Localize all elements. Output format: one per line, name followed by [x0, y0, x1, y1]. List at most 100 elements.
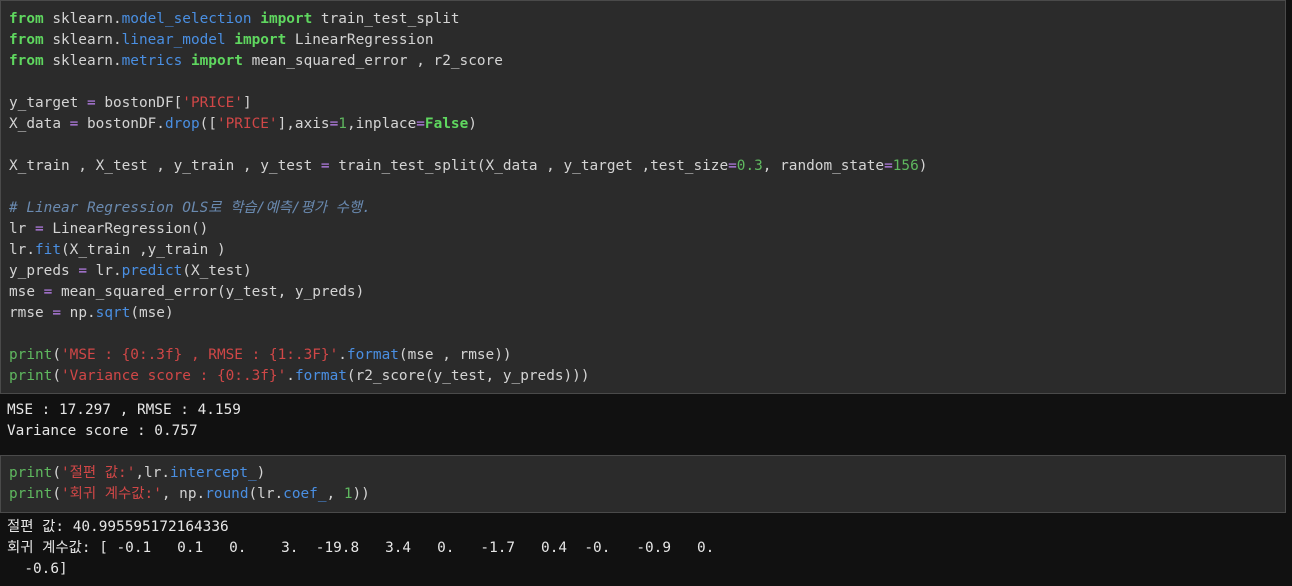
code-token: ,inplace: [346, 116, 417, 132]
code-line: from sklearn.model_selection import trai…: [9, 9, 460, 30]
code-token: =: [52, 305, 61, 321]
code-token: =: [86, 95, 96, 111]
code-line: print('MSE : {0:.3f} , RMSE : {1:.3F}'.f…: [9, 345, 512, 366]
code-token: (: [52, 486, 61, 502]
code-cell-2[interactable]: print('절편 값:',lr.intercept_) print('회귀 계…: [0, 455, 1286, 513]
code-token: mean_squared_error(y_test, y_preds): [52, 284, 365, 300]
code-token: bostonDF[: [95, 95, 183, 111]
code-token: 1: [343, 486, 353, 502]
code-token: print: [9, 486, 53, 502]
code-token: sklearn.: [43, 11, 122, 27]
code-token: =: [728, 158, 737, 174]
code-token: format: [346, 347, 399, 363]
code-token: (r2_score(y_test, y_preds))): [346, 368, 590, 384]
code-line: mse = mean_squared_error(y_test, y_preds…: [9, 282, 364, 303]
code-token: LinearRegression: [286, 32, 434, 48]
code-token: drop: [164, 116, 200, 132]
code-token: (: [52, 368, 61, 384]
code-line: y_target = bostonDF['PRICE']: [9, 93, 252, 114]
code-token: (X_test): [182, 263, 252, 279]
code-token: mean_squared_error , r2_score: [242, 53, 503, 69]
code-token: .: [338, 347, 347, 363]
code-token: 'PRICE': [216, 116, 278, 132]
code-token: import: [190, 53, 243, 69]
code-line: X_data = bostonDF.drop(['PRICE'],axis=1,…: [9, 114, 477, 135]
code-token: lr.: [9, 242, 35, 258]
code-token: (mse): [130, 305, 174, 321]
code-token: ],axis: [277, 116, 330, 132]
code-token: (mse , rmse)): [398, 347, 512, 363]
code-token: LinearRegression(): [43, 221, 209, 237]
code-token: =: [329, 116, 339, 132]
code-token: , random_state: [762, 158, 885, 174]
code-line: print('Variance score : {0:.3f}'.format(…: [9, 366, 590, 387]
code-token: fit: [35, 242, 61, 258]
code-token: from: [9, 11, 44, 27]
code-token: metrics: [121, 53, 183, 69]
code-token: rmse: [9, 305, 53, 321]
code-token: lr: [9, 221, 35, 237]
code-token: ([: [199, 116, 217, 132]
code-line: y_preds = lr.predict(X_test): [9, 261, 252, 282]
output-line: 회귀 계수값: [ -0.1 0.1 0. 3. -19.8 3.4 0. -1…: [7, 540, 715, 556]
code-token: (: [52, 465, 61, 481]
code-token: ): [468, 116, 477, 132]
code-token: =: [320, 158, 330, 174]
code-token: =: [416, 116, 425, 132]
code-token: sklearn.: [43, 32, 122, 48]
code-line: print('절편 값:',lr.intercept_): [9, 463, 265, 484]
code-token: train_test_split(X_data , y_target ,test…: [329, 158, 729, 174]
code-token: =: [78, 263, 87, 279]
code-token: format: [294, 368, 347, 384]
code-cell-1[interactable]: from sklearn.model_selection import trai…: [0, 0, 1286, 394]
code-token: model_selection: [121, 11, 252, 27]
code-line: from sklearn.linear_model import LinearR…: [9, 30, 434, 51]
code-token: ): [256, 465, 266, 481]
output-line: MSE : 17.297 , RMSE : 4.159: [7, 402, 241, 418]
code-token: lr.: [86, 263, 122, 279]
code-token: =: [884, 158, 893, 174]
code-token: intercept_: [170, 465, 257, 481]
code-token: (lr.: [248, 486, 284, 502]
code-token: y_preds: [9, 263, 79, 279]
code-line: lr = LinearRegression(): [9, 219, 208, 240]
code-token: mse: [9, 284, 44, 300]
code-token: ,: [326, 486, 344, 502]
code-token: y_target: [9, 95, 87, 111]
output-line: 절편 값: 40.995595172164336: [7, 519, 229, 535]
code-token: 'Variance score : {0:.3f}': [61, 368, 287, 384]
code-token: (X_train ,y_train ): [61, 242, 226, 258]
code-token: print: [9, 347, 53, 363]
code-line: rmse = np.sqrt(mse): [9, 303, 174, 324]
code-token: import: [234, 32, 287, 48]
code-token: sklearn.: [43, 53, 122, 69]
code-token: np.: [61, 305, 96, 321]
code-token: coef_: [283, 486, 327, 502]
code-token: bostonDF.: [78, 116, 165, 132]
code-token: (: [52, 347, 61, 363]
code-token: from: [9, 32, 44, 48]
code-line: X_train , X_test , y_train , y_test = tr…: [9, 156, 927, 177]
code-token: 1: [338, 116, 347, 132]
code-token: X_data: [9, 116, 70, 132]
code-line: from sklearn.metrics import mean_squared…: [9, 51, 503, 72]
code-token: .: [286, 368, 295, 384]
code-token: 0.3: [736, 158, 763, 174]
code-token: linear_model: [121, 32, 226, 48]
code-token: print: [9, 465, 53, 481]
code-token: '절편 값:': [61, 465, 136, 481]
code-token: '회귀 계수값:': [61, 486, 162, 502]
code-token: ,lr.: [135, 465, 171, 481]
code-token: from: [9, 53, 44, 69]
code-token: ): [918, 158, 928, 174]
code-line: print('회귀 계수값:', np.round(lr.coef_, 1)): [9, 484, 370, 505]
code-token: train_test_split: [312, 11, 460, 27]
output-line: Variance score : 0.757: [7, 423, 198, 439]
code-token: round: [205, 486, 249, 502]
code-token: # Linear Regression OLS로 학습/예측/평가 수행.: [9, 200, 371, 216]
code-line: lr.fit(X_train ,y_train ): [9, 240, 226, 261]
code-token: ]: [242, 95, 252, 111]
